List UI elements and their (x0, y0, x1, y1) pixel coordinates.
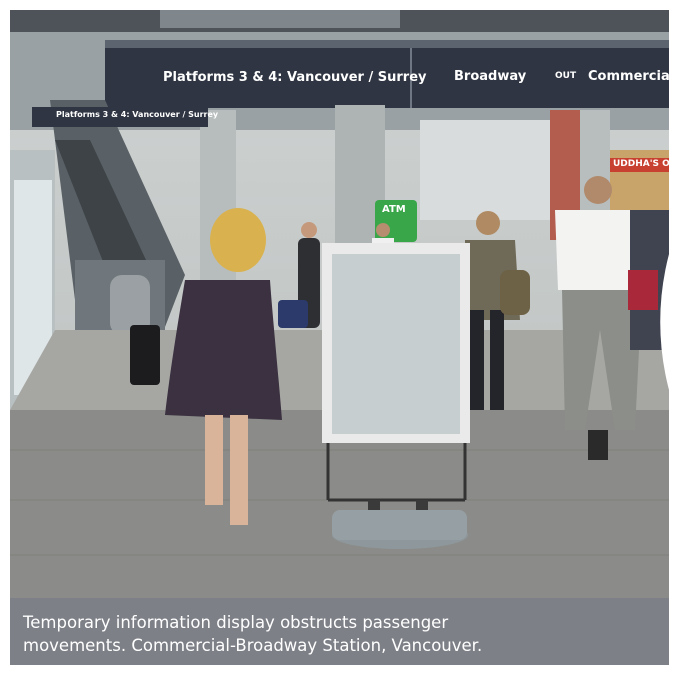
atm-label: ATM (382, 204, 406, 215)
station-scene (10, 10, 669, 598)
figure-frame: Platforms 3 & 4: Vancouver / Surrey Broa… (10, 10, 669, 665)
close-icon (660, 254, 669, 390)
caption-line-1: Temporary information display obstructs … (23, 613, 449, 632)
sign-platforms-label: Platforms 3 & 4: Vancouver / Surrey (163, 70, 427, 85)
small-sign-platforms-label: Platforms 3 & 4: Vancouver / Surrey (56, 110, 219, 119)
sign-out-label: OUT (555, 71, 577, 81)
close-button[interactable] (598, 28, 669, 390)
station-photo: Platforms 3 & 4: Vancouver / Surrey Broa… (10, 10, 669, 598)
caption-line-2: movements. Commercial-Broadway Station, … (23, 636, 483, 655)
sign-broadway-label: Broadway (454, 69, 527, 84)
photo-caption: Temporary information display obstructs … (10, 598, 669, 665)
